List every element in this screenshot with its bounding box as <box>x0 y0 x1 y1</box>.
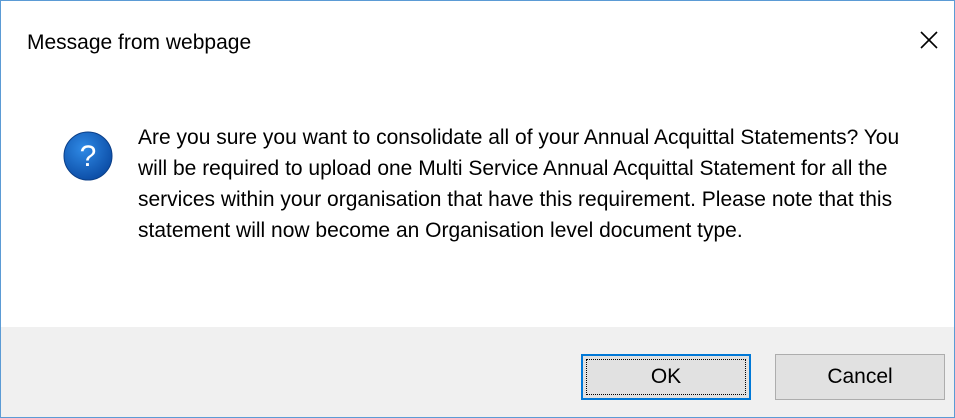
cancel-button-label: Cancel <box>827 365 893 388</box>
title-bar: Message from webpage <box>1 1 954 79</box>
question-icon: ? <box>63 131 113 181</box>
dialog-title: Message from webpage <box>27 31 252 54</box>
message-dialog: Message from webpage ? Are you sure you … <box>0 0 955 418</box>
button-bar: OK Cancel <box>1 327 954 417</box>
close-button[interactable] <box>912 21 946 59</box>
ok-button[interactable]: OK <box>581 354 751 400</box>
svg-text:?: ? <box>80 140 97 173</box>
focus-ring <box>586 359 746 395</box>
close-icon <box>920 31 938 49</box>
message-text: Are you sure you want to consolidate all… <box>138 126 900 242</box>
dialog-content: ? Are you sure you want to consolidate a… <box>1 79 954 327</box>
cancel-button[interactable]: Cancel <box>775 354 945 400</box>
